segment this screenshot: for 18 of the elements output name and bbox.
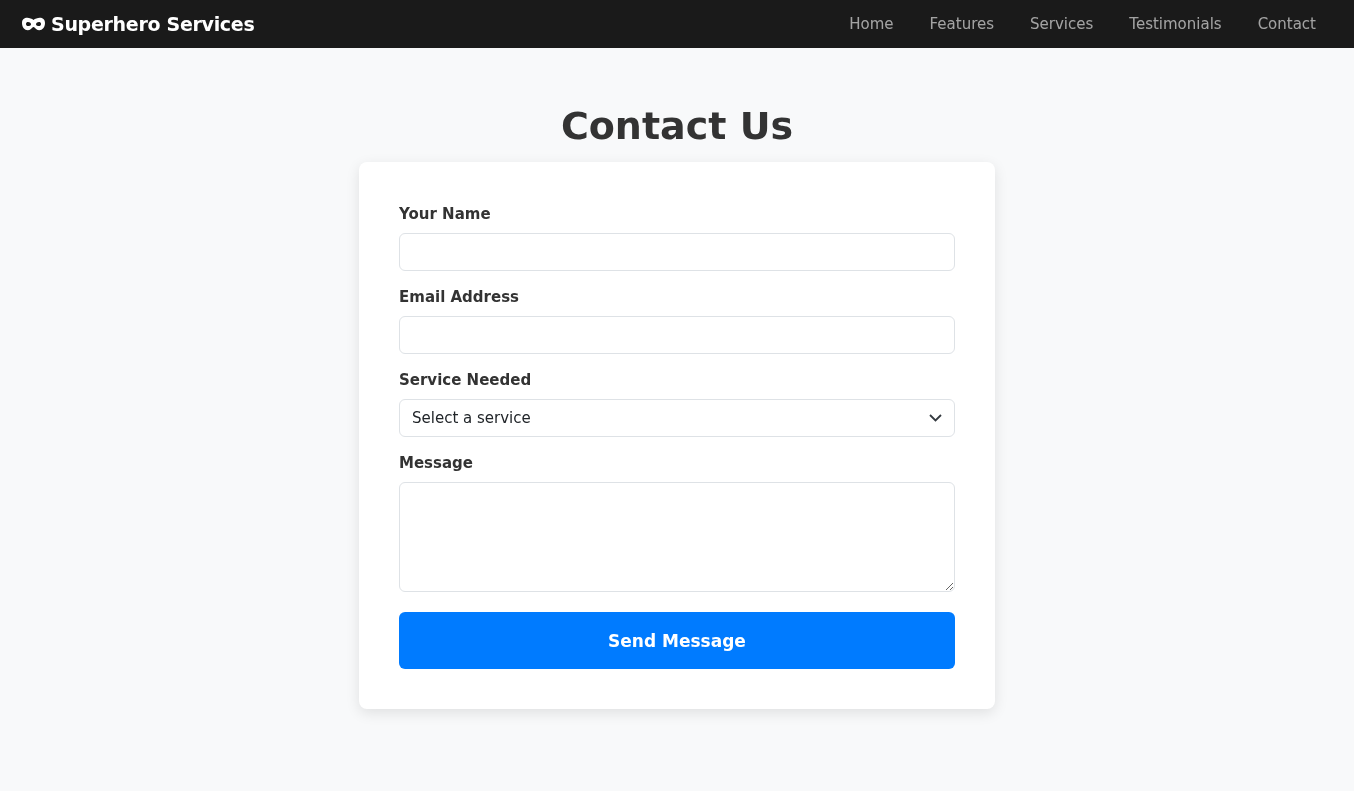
nav-link[interactable]: Testimonials xyxy=(1111,7,1240,41)
nav-link[interactable]: Features xyxy=(911,7,1013,41)
nav-link[interactable]: Contact xyxy=(1239,7,1334,41)
page-title: Contact Us xyxy=(560,104,794,148)
mask-icon xyxy=(22,16,45,32)
textarea-field[interactable] xyxy=(399,482,955,592)
brand-link[interactable]: Superhero Services xyxy=(22,13,255,35)
select-field[interactable]: Select a service xyxy=(399,399,955,437)
nav-link[interactable]: Services xyxy=(1012,7,1112,41)
nav-link[interactable]: Home xyxy=(831,7,912,41)
field-label: Message xyxy=(399,454,474,472)
input-field[interactable] xyxy=(399,316,955,354)
send-button[interactable]: Send Message xyxy=(399,612,955,669)
field-label: Email Address xyxy=(399,288,520,306)
field-label: Service Needed xyxy=(399,371,533,389)
field-label: Your Name xyxy=(399,205,492,223)
input-field[interactable] xyxy=(399,233,955,271)
chevron-down-icon xyxy=(929,414,942,422)
